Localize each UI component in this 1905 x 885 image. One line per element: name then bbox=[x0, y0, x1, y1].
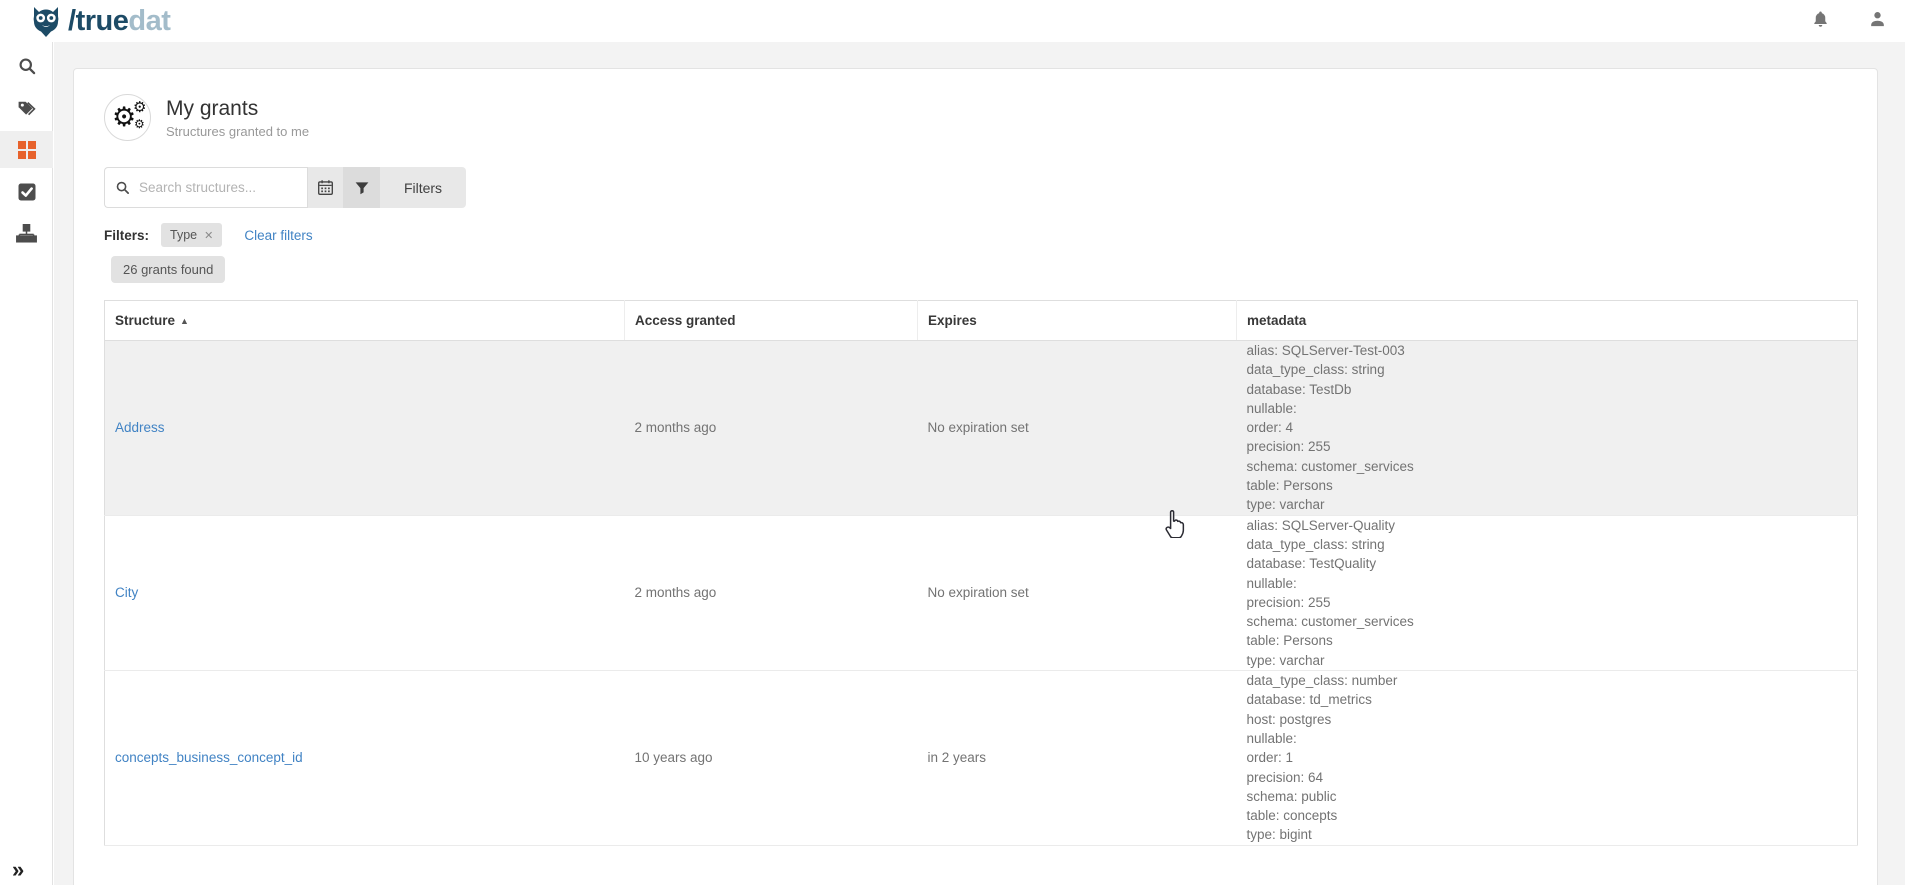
filters-button[interactable]: Filters bbox=[380, 167, 466, 208]
sidebar-item-search[interactable] bbox=[0, 47, 53, 84]
search-box[interactable] bbox=[104, 167, 307, 208]
calendar-icon bbox=[317, 179, 334, 196]
table-row[interactable]: City 2 months ago No expiration set alia… bbox=[105, 515, 1858, 670]
main-content: ⚙ ⚙ ⚙ My grants Structures granted to me bbox=[54, 42, 1905, 885]
column-header-structure[interactable]: Structure▲ bbox=[105, 301, 625, 341]
gear-icon: ⚙ bbox=[134, 118, 145, 130]
tags-icon bbox=[16, 98, 37, 118]
remove-filter-icon[interactable]: ✕ bbox=[204, 229, 213, 242]
column-header-metadata[interactable]: metadata bbox=[1237, 301, 1858, 341]
search-toolbar: Filters bbox=[104, 167, 466, 208]
active-filters-row: Filters: Type ✕ Clear filters bbox=[104, 223, 1855, 247]
expires-cell: No expiration set bbox=[918, 341, 1237, 516]
funnel-icon bbox=[354, 180, 370, 196]
filter-chip-type[interactable]: Type ✕ bbox=[161, 223, 222, 247]
table-row[interactable]: Address 2 months ago No expiration set a… bbox=[105, 341, 1858, 516]
page-title: My grants bbox=[166, 97, 309, 121]
access-granted-cell: 2 months ago bbox=[625, 515, 918, 670]
search-input[interactable] bbox=[139, 180, 289, 195]
sidebar-item-grants[interactable] bbox=[0, 131, 53, 168]
filters-label: Filters: bbox=[104, 228, 149, 243]
table-header-row: Structure▲ Access granted Expires metada… bbox=[105, 301, 1858, 341]
grants-count-badge: 26 grants found bbox=[111, 256, 225, 283]
tasks-checkbox-icon bbox=[18, 183, 36, 201]
filter-funnel-button[interactable] bbox=[343, 167, 380, 208]
metadata-cell: data_type_class: number database: td_met… bbox=[1237, 671, 1858, 846]
structure-link[interactable]: City bbox=[115, 585, 138, 600]
logo-text: /truedat bbox=[68, 5, 170, 38]
grants-grid-icon bbox=[18, 141, 36, 159]
metadata-cell: alias: SQLServer-Quality data_type_class… bbox=[1237, 515, 1858, 670]
sidebar-expand-button[interactable]: » bbox=[12, 859, 24, 881]
sidebar-item-tasks[interactable] bbox=[0, 173, 53, 210]
top-bar: /truedat bbox=[0, 0, 1905, 42]
owl-logo-icon bbox=[28, 3, 64, 39]
sort-asc-icon: ▲ bbox=[180, 316, 189, 326]
structure-link[interactable]: concepts_business_concept_id bbox=[115, 750, 303, 765]
expires-cell: in 2 years bbox=[918, 671, 1237, 846]
structures-sitemap-icon bbox=[16, 224, 37, 243]
column-header-access-granted[interactable]: Access granted bbox=[625, 301, 918, 341]
sidebar-item-structures[interactable] bbox=[0, 215, 53, 252]
structure-link[interactable]: Address bbox=[115, 420, 165, 435]
grants-gears-avatar: ⚙ ⚙ ⚙ bbox=[104, 94, 151, 141]
date-filter-button[interactable] bbox=[307, 167, 343, 208]
access-granted-cell: 2 months ago bbox=[625, 341, 918, 516]
metadata-cell: alias: SQLServer-Test-003 data_type_clas… bbox=[1237, 341, 1858, 516]
clear-filters-link[interactable]: Clear filters bbox=[244, 228, 312, 243]
truedat-logo[interactable]: /truedat bbox=[28, 3, 170, 39]
sidebar-item-tags[interactable] bbox=[0, 89, 53, 126]
access-granted-cell: 10 years ago bbox=[625, 671, 918, 846]
expires-cell: No expiration set bbox=[918, 515, 1237, 670]
search-icon bbox=[17, 56, 37, 76]
notifications-bell-icon[interactable] bbox=[1811, 9, 1830, 29]
column-header-expires[interactable]: Expires bbox=[918, 301, 1237, 341]
search-icon bbox=[115, 180, 130, 195]
page-subtitle: Structures granted to me bbox=[166, 124, 309, 139]
gear-icon: ⚙ bbox=[133, 100, 146, 115]
grants-table: Structure▲ Access granted Expires metada… bbox=[104, 300, 1858, 846]
filter-chip-label: Type bbox=[170, 228, 197, 242]
page-header: ⚙ ⚙ ⚙ My grants Structures granted to me bbox=[104, 94, 1855, 141]
sidebar: » bbox=[0, 42, 53, 885]
table-row[interactable]: concepts_business_concept_id 10 years ag… bbox=[105, 671, 1858, 846]
grants-card: ⚙ ⚙ ⚙ My grants Structures granted to me bbox=[73, 68, 1878, 885]
user-account-icon[interactable] bbox=[1868, 9, 1887, 29]
